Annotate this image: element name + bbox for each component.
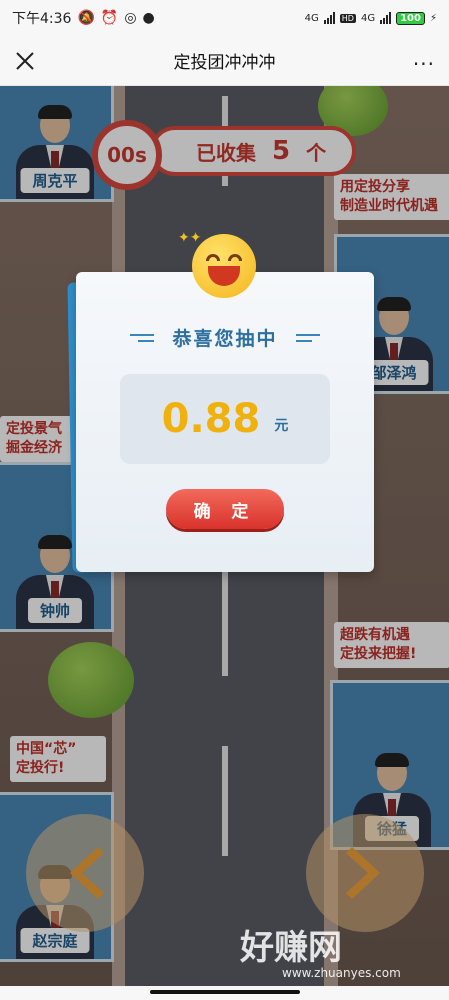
- signal-icon: [323, 12, 335, 24]
- charging-icon: ⚡: [429, 12, 437, 24]
- close-icon[interactable]: [12, 48, 38, 74]
- status-bar: 下午4:36 🔕 ⏰ ◎ ● 4G HD 4G 100 ⚡: [0, 0, 449, 36]
- app-notification-icon: ◎: [124, 10, 137, 26]
- network-type-2: 4G: [360, 12, 376, 24]
- network-type-1: 4G: [304, 12, 319, 24]
- page-title: 定投团冲冲冲: [173, 53, 276, 73]
- sparkle-icon: ✦✦: [178, 230, 202, 246]
- alarm-icon: ⏰: [100, 10, 119, 26]
- decor-lines-left: [130, 333, 155, 342]
- status-time: 下午4:36: [12, 11, 72, 27]
- signal-icon-2: [380, 12, 392, 24]
- modal-title: 恭喜您抽中: [172, 328, 278, 350]
- qq-icon: ●: [142, 10, 155, 26]
- reward-unit: 元: [274, 418, 289, 434]
- mute-bell-icon: 🔕: [77, 10, 95, 26]
- more-menu-icon[interactable]: ···: [413, 52, 435, 76]
- laughing-emoji-icon: [192, 234, 256, 298]
- confirm-button[interactable]: 确 定: [166, 489, 284, 529]
- nav-bar: 定投团冲冲冲 ···: [0, 36, 449, 86]
- decor-lines-right: [295, 333, 320, 342]
- hd-badge: HD: [339, 13, 356, 23]
- home-indicator: [0, 986, 449, 1000]
- watermark-url: www.zhuanyes.com: [282, 966, 401, 980]
- modal-title-row: 恭喜您抽中: [76, 324, 374, 351]
- watermark-logo: 好赚网: [240, 928, 342, 968]
- reward-amount: 0.88: [161, 396, 261, 442]
- battery-indicator: 100: [396, 11, 425, 25]
- amount-box: 0.88 元: [120, 374, 330, 464]
